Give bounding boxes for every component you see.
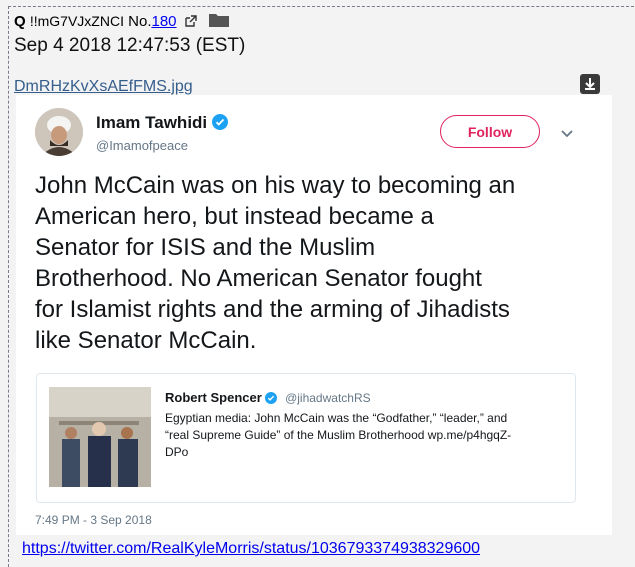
quoted-tweet-image — [49, 387, 151, 487]
author-handle: @Imamofpeace — [96, 138, 188, 153]
tweet-link[interactable]: https://twitter.com/RealKyleMorris/statu… — [22, 540, 480, 558]
tweet-author: Imam Tawhidi — [96, 113, 229, 135]
post-date: Sep 4 2018 12:47:53 (EST) — [14, 35, 246, 56]
tweet-timestamp: 7:49 PM - 3 Sep 2018 — [35, 513, 152, 527]
quoted-tweet[interactable]: Robert Spencer @jihadwatchRS Egyptian me… — [36, 373, 576, 503]
chevron-down-icon[interactable] — [560, 126, 574, 144]
tripcode: !!mG7VJxZNCI — [29, 13, 124, 29]
quoted-tweet-text: Egyptian media: John McCain was the “God… — [165, 411, 512, 459]
follow-button[interactable]: Follow — [440, 115, 540, 148]
file-link[interactable]: DmRHzKvXsAEfFMS.jpg — [14, 78, 193, 96]
poster-name: Q — [14, 13, 26, 30]
quoted-author-name: Robert Spencer — [165, 390, 262, 405]
download-icon[interactable] — [580, 74, 600, 94]
folder-icon[interactable] — [208, 12, 229, 31]
post-number-link[interactable]: 180 — [151, 13, 176, 30]
post-number-prefix: No. — [128, 13, 152, 30]
tweet-text: John McCain was on his way to becoming a… — [35, 172, 516, 354]
author-name: Imam Tawhidi — [96, 113, 208, 132]
verified-icon — [265, 392, 278, 407]
quoted-author: Robert Spencer @jihadwatchRS — [165, 390, 371, 407]
quoted-author-handle: @jihadwatchRS — [285, 391, 371, 405]
avatar — [35, 108, 83, 156]
post-header: Q !!mG7VJxZNCI No.180 — [14, 12, 229, 32]
tweet-image[interactable]: Imam Tawhidi @Imamofpeace Follow John Mc… — [16, 95, 612, 535]
external-link-icon[interactable] — [184, 15, 197, 32]
verified-icon — [212, 114, 229, 135]
